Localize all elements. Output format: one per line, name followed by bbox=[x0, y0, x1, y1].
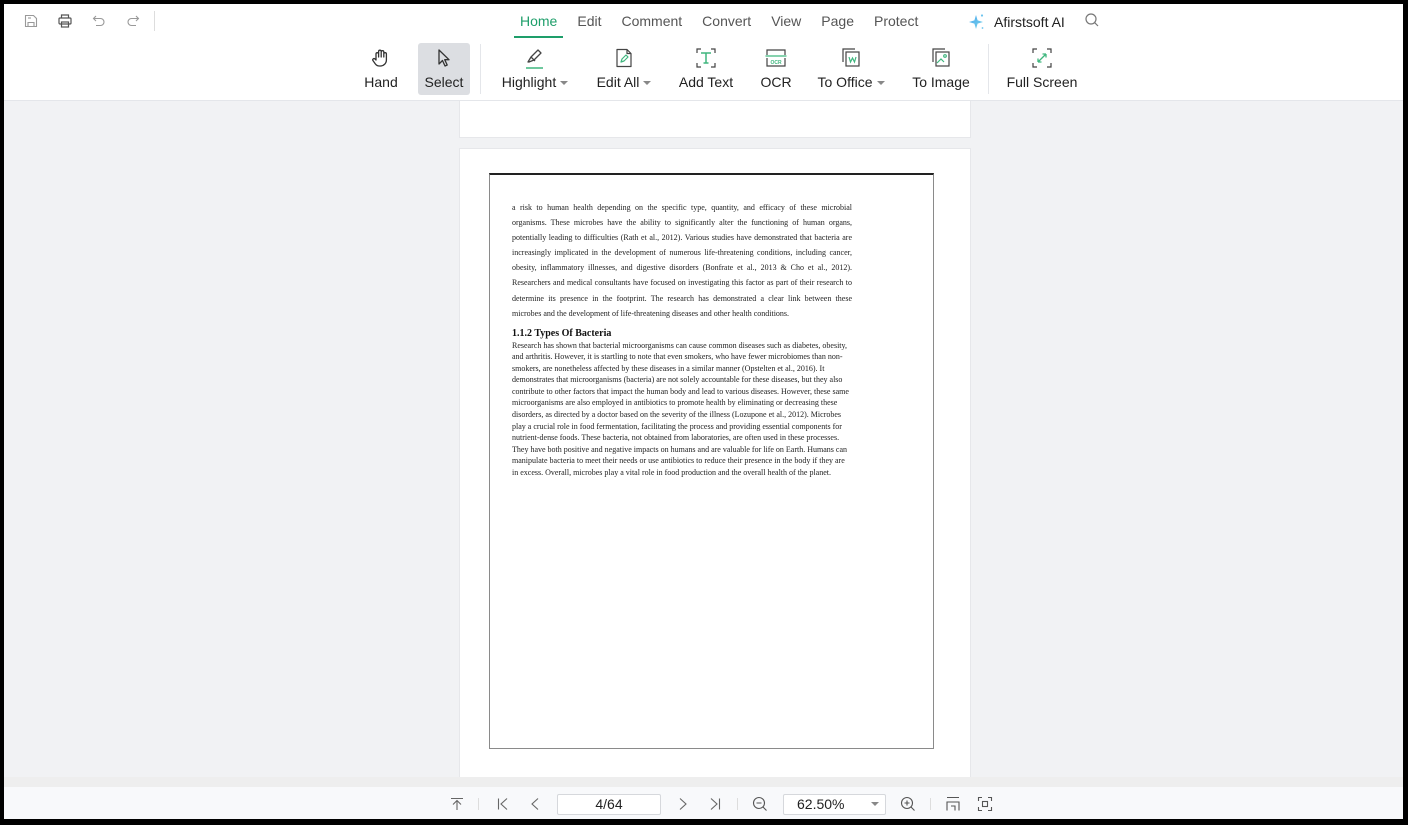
zoom-out-button[interactable] bbox=[751, 795, 769, 813]
chevron-down-icon bbox=[871, 802, 879, 806]
to-office-button[interactable]: To Office bbox=[814, 43, 888, 95]
ai-assistant-button[interactable]: Afirstsoft AI bbox=[967, 12, 1065, 32]
full-screen-icon bbox=[1031, 45, 1053, 71]
tab-edit[interactable]: Edit bbox=[567, 4, 611, 38]
to-image-button[interactable]: To Image bbox=[908, 43, 974, 95]
edit-all-label-text: Edit All bbox=[596, 74, 640, 90]
fit-page-icon bbox=[945, 796, 961, 812]
nav-divider bbox=[737, 798, 738, 810]
back-to-top-icon bbox=[450, 797, 464, 811]
cursor-arrow-icon bbox=[433, 45, 455, 71]
add-text-button[interactable]: Add Text bbox=[676, 43, 736, 95]
fit-width-icon bbox=[977, 796, 993, 812]
nav-divider bbox=[478, 798, 479, 810]
status-divider bbox=[4, 777, 1403, 787]
tab-view[interactable]: View bbox=[761, 4, 811, 38]
page-content: a risk to human health depending on the … bbox=[512, 200, 852, 478]
previous-page-preview bbox=[459, 101, 971, 138]
ocr-icon: OCR bbox=[764, 45, 788, 71]
redo-icon bbox=[125, 13, 141, 29]
edit-all-label: Edit All bbox=[597, 74, 652, 90]
print-icon bbox=[57, 13, 73, 29]
search-icon bbox=[1084, 12, 1102, 28]
highlight-label-text: Highlight bbox=[501, 74, 557, 90]
document-viewport[interactable]: a risk to human health depending on the … bbox=[4, 101, 1403, 777]
next-page-button[interactable] bbox=[674, 795, 692, 813]
app-window: Home Edit Comment Convert View Page Prot… bbox=[4, 4, 1403, 819]
home-ribbon: Hand Select Highlight Edit All Add Text … bbox=[4, 38, 1403, 101]
save-button[interactable] bbox=[14, 10, 48, 32]
to-image-icon bbox=[930, 45, 952, 71]
fit-page-button[interactable] bbox=[944, 795, 962, 813]
top-bar: Home Edit Comment Convert View Page Prot… bbox=[4, 4, 1403, 38]
tab-home[interactable]: Home bbox=[510, 4, 567, 38]
hand-tool-label: Hand bbox=[364, 74, 398, 90]
pdf-page[interactable]: a risk to human health depending on the … bbox=[459, 148, 971, 777]
highlight-label: Highlight bbox=[501, 74, 569, 90]
save-icon bbox=[23, 13, 39, 29]
edit-all-button[interactable]: Edit All bbox=[594, 43, 654, 95]
to-office-icon bbox=[840, 45, 862, 71]
zoom-in-button[interactable] bbox=[899, 795, 917, 813]
ribbon-divider bbox=[988, 44, 989, 94]
first-page-icon bbox=[496, 797, 510, 811]
add-text-label: Add Text bbox=[678, 74, 734, 90]
zoom-out-icon bbox=[752, 796, 768, 812]
full-screen-button[interactable]: Full Screen bbox=[1006, 43, 1078, 95]
chevron-down-icon[interactable] bbox=[643, 81, 652, 85]
highlight-button[interactable]: Highlight bbox=[498, 43, 572, 95]
tab-protect[interactable]: Protect bbox=[864, 4, 928, 38]
previous-page-icon bbox=[528, 797, 542, 811]
chevron-down-icon[interactable] bbox=[876, 81, 885, 85]
last-page-button[interactable] bbox=[706, 795, 724, 813]
to-office-label: To Office bbox=[818, 74, 885, 90]
chevron-down-icon[interactable] bbox=[560, 81, 569, 85]
menu-tabs: Home Edit Comment Convert View Page Prot… bbox=[510, 4, 928, 38]
sparkle-icon bbox=[967, 12, 987, 32]
undo-button[interactable] bbox=[82, 10, 116, 32]
section-heading: 1.1.2 Types Of Bacteria bbox=[512, 327, 612, 339]
hand-icon bbox=[370, 45, 392, 71]
quick-access-toolbar bbox=[14, 10, 155, 32]
svg-text:OCR: OCR bbox=[770, 60, 782, 66]
to-image-label: To Image bbox=[912, 74, 970, 90]
page-number-input[interactable] bbox=[557, 794, 661, 815]
last-page-icon bbox=[708, 797, 722, 811]
body-paragraph: a risk to human health depending on the … bbox=[512, 203, 852, 318]
tab-comment[interactable]: Comment bbox=[611, 4, 692, 38]
redo-button[interactable] bbox=[116, 10, 150, 32]
ocr-button[interactable]: OCR OCR bbox=[758, 43, 794, 95]
hand-tool-button[interactable]: Hand bbox=[358, 43, 404, 95]
highlighter-icon bbox=[523, 45, 547, 71]
to-office-label-text: To Office bbox=[817, 74, 873, 90]
edit-document-icon bbox=[613, 45, 635, 71]
nav-divider bbox=[930, 798, 931, 810]
fit-width-button[interactable] bbox=[976, 795, 994, 813]
page-navigation-bar: 62.50% bbox=[4, 787, 1403, 819]
tab-page[interactable]: Page bbox=[811, 4, 864, 38]
toolbar-divider bbox=[154, 11, 155, 31]
full-screen-label: Full Screen bbox=[1006, 74, 1078, 90]
select-tool-button[interactable]: Select bbox=[418, 43, 470, 95]
tab-convert[interactable]: Convert bbox=[692, 4, 761, 38]
back-to-top-button[interactable] bbox=[448, 795, 466, 813]
zoom-level-select[interactable]: 62.50% bbox=[783, 794, 886, 815]
undo-icon bbox=[91, 13, 107, 29]
zoom-in-icon bbox=[900, 796, 916, 812]
next-page-icon bbox=[676, 797, 690, 811]
previous-page-button[interactable] bbox=[526, 795, 544, 813]
ocr-label: OCR bbox=[760, 74, 792, 90]
zoom-level-value: 62.50% bbox=[797, 796, 845, 812]
ribbon-divider bbox=[480, 44, 481, 94]
add-text-icon bbox=[695, 45, 717, 71]
ai-assistant-label: Afirstsoft AI bbox=[994, 14, 1065, 30]
first-page-button[interactable] bbox=[494, 795, 512, 813]
body-paragraph: Research has shown that bacterial microo… bbox=[512, 340, 849, 477]
print-button[interactable] bbox=[48, 10, 82, 32]
search-button[interactable] bbox=[1084, 12, 1102, 30]
select-tool-label: Select bbox=[424, 74, 464, 90]
